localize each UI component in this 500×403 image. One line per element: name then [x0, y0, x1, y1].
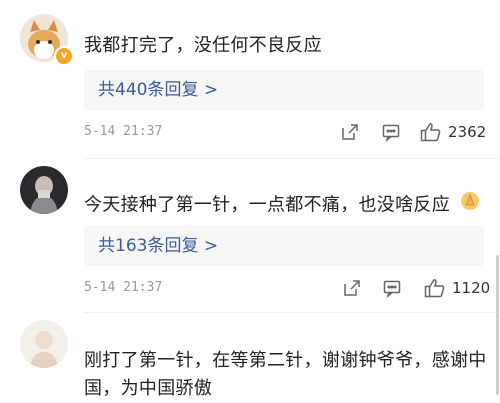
comment-text-content: 今天接种了第一针，一点都不痛，也没啥反应	[84, 194, 450, 216]
view-replies-button[interactable]: 共440条回复 >	[84, 70, 484, 110]
comment-text: 今天接种了第一针，一点都不痛，也没啥反应	[84, 191, 488, 220]
view-replies-button[interactable]: 共163条回复 >	[84, 226, 484, 266]
comment-text: 刚打了第一针，在等第二针，谢谢钟爷爷，感谢中国，为中国骄傲	[84, 350, 487, 399]
comment-text: 我都打完了，没任何不良反应	[84, 35, 322, 56]
comment-item: v 我都打完了，没任何不良反应 共440条回复 > 5-14 21:37 236…	[0, 0, 500, 150]
comment-item: 今天接种了第一针，一点都不痛，也没啥反应 共163条回复 > 5-14 21:3…	[0, 159, 500, 309]
like-count: 1120	[452, 279, 491, 297]
thumbs-up-icon[interactable]	[424, 278, 445, 298]
share-icon[interactable]	[340, 122, 360, 142]
comment-meta: 5-14 21:37 1120	[84, 276, 491, 300]
pray-emoji-icon	[460, 191, 480, 220]
verified-badge-icon: v	[54, 46, 74, 66]
avatar[interactable]	[20, 320, 68, 368]
comment-icon[interactable]	[381, 122, 401, 143]
share-icon[interactable]	[342, 278, 362, 298]
comment-time: 5-14 21:37	[84, 124, 163, 139]
comment-time: 5-14 21:37	[84, 280, 163, 295]
comment-icon[interactable]	[382, 278, 402, 299]
avatar[interactable]	[20, 166, 68, 214]
comment-meta: 5-14 21:37 2362	[84, 120, 488, 144]
like-count: 2362	[448, 123, 487, 141]
thumbs-up-icon[interactable]	[420, 122, 441, 142]
comment-item: 刚打了第一针，在等第二针，谢谢钟爷爷，感谢中国，为中国骄傲	[0, 313, 500, 400]
scrollbar[interactable]	[496, 255, 499, 395]
